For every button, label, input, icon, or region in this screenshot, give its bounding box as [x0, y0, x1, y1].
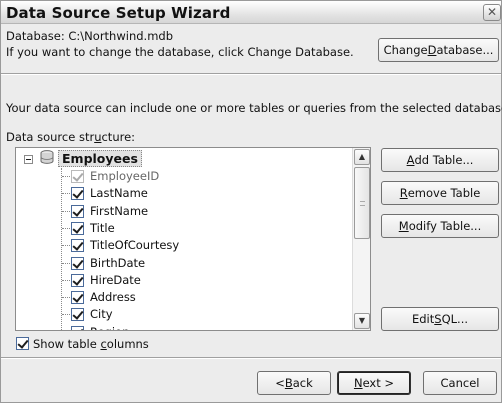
column-checkbox[interactable]	[71, 204, 84, 218]
remove-table-mnemonic: R	[399, 186, 408, 200]
collapse-icon[interactable]	[24, 155, 33, 164]
column-label: Title	[90, 220, 115, 235]
column-label: EmployeeID	[90, 169, 160, 183]
edit-sql-label-post: QL...	[441, 312, 469, 326]
add-table-button[interactable]: Add Table...	[381, 148, 499, 172]
column-checkbox[interactable]	[71, 221, 84, 235]
column-label: BirthDate	[90, 255, 146, 270]
column-checkbox[interactable]	[71, 256, 84, 270]
add-table-mnemonic: A	[406, 153, 415, 167]
next-button[interactable]: Next >	[337, 371, 411, 395]
column-label: Region	[90, 325, 129, 330]
structure-label-post: cture:	[101, 130, 136, 144]
cancel-button[interactable]: Cancel	[423, 371, 497, 395]
column-checkbox[interactable]	[71, 308, 84, 322]
show-columns-label[interactable]: Show table columns	[33, 337, 149, 351]
database-path-label: Database: C:\Northwind.mdb	[6, 29, 173, 43]
column-checkbox	[71, 170, 84, 183]
remove-table-button[interactable]: Remove Table	[381, 181, 499, 205]
tree-connector	[62, 245, 70, 247]
tree-column-row[interactable]: FirstName	[16, 203, 346, 220]
add-table-label: dd Table...	[414, 153, 474, 167]
structure-tree[interactable]: Employees EmployeeID LastName FirstName Tit…	[15, 147, 371, 331]
tree-connector	[62, 210, 70, 212]
column-label: City	[90, 307, 113, 322]
close-button[interactable]: ✕	[483, 4, 501, 21]
tree-column-row[interactable]: City	[16, 306, 346, 323]
column-label: TitleOfCourtesy	[90, 238, 180, 253]
back-mnemonic: B	[284, 376, 293, 390]
footer-divider	[1, 357, 501, 359]
tree-connector	[62, 227, 70, 229]
close-icon: ✕	[486, 5, 498, 19]
info-text: Your data source can include one or more…	[6, 101, 502, 115]
change-database-button[interactable]: Change Database...	[378, 38, 499, 62]
back-label-post: ack	[292, 376, 313, 390]
tree-column-row[interactable]: Address	[16, 289, 346, 306]
modify-table-label: odify Table...	[408, 219, 482, 233]
modify-table-mnemonic: M	[398, 219, 409, 233]
column-label: FirstName	[90, 203, 149, 218]
scroll-thumb[interactable]	[354, 167, 370, 239]
structure-label: Data source structure:	[6, 130, 135, 144]
change-database-label-pre: Change	[383, 43, 428, 57]
show-columns-label-pre: Show table	[33, 337, 101, 351]
next-mnemonic: N	[353, 376, 363, 390]
structure-label-pre: Data source str	[6, 130, 95, 144]
tree-column-row[interactable]: BirthDate	[16, 255, 346, 272]
tree-column-row[interactable]: HireDate	[16, 272, 346, 289]
tree-root-label[interactable]: Employees	[58, 150, 142, 167]
change-database-hint: If you want to change the database, clic…	[6, 45, 354, 59]
show-columns-checkbox[interactable]	[16, 337, 29, 350]
edit-sql-mnemonic: S	[434, 312, 442, 326]
remove-table-label: emove Table	[407, 186, 481, 200]
tree-column-row[interactable]: LastName	[16, 185, 346, 202]
column-checkbox[interactable]	[71, 325, 84, 330]
tree-column-row[interactable]: Title	[16, 220, 346, 237]
tree-column-row[interactable]: TitleOfCourtesy	[16, 237, 346, 254]
tree-connector	[62, 262, 70, 264]
tree-connector	[62, 279, 70, 281]
change-database-label-post: atabase...	[436, 43, 494, 57]
column-label: HireDate	[90, 272, 141, 287]
change-database-mnemonic: D	[427, 43, 437, 57]
show-columns-label-post: olumns	[106, 337, 149, 351]
title-bar: Data Source Setup Wizard ✕	[1, 1, 501, 24]
tree-column-row[interactable]: Region	[16, 324, 346, 330]
tree-connector	[62, 176, 70, 177]
scroll-grip-icon	[360, 201, 365, 206]
column-label: LastName	[90, 186, 148, 201]
scroll-up-button[interactable]: ▲	[354, 149, 370, 165]
modify-table-button[interactable]: Modify Table...	[381, 214, 499, 238]
tree-connector	[62, 314, 70, 316]
column-checkbox[interactable]	[71, 273, 84, 287]
window-title: Data Source Setup Wizard	[6, 4, 231, 22]
tree-root-row[interactable]: Employees	[16, 148, 346, 167]
back-label-pre: <	[275, 376, 285, 390]
scroll-down-button[interactable]: ▼	[354, 313, 370, 329]
back-button[interactable]: < Back	[257, 371, 331, 395]
edit-sql-label-pre: Edit	[411, 312, 435, 326]
tree-connector	[62, 193, 70, 195]
column-checkbox[interactable]	[71, 239, 84, 253]
header-divider	[1, 73, 501, 75]
tree-column-row[interactable]: EmployeeID	[16, 168, 346, 185]
wizard-window: Data Source Setup Wizard ✕ Database: C:\…	[0, 0, 502, 403]
edit-sql-button[interactable]: Edit S QL...	[381, 307, 499, 331]
cancel-label: Cancel	[440, 376, 480, 390]
database-table-icon	[40, 150, 54, 164]
next-label: ext >	[362, 376, 395, 390]
tree-connector	[62, 297, 70, 299]
tree-scrollbar[interactable]: ▲ ▼	[352, 148, 370, 330]
column-checkbox[interactable]	[71, 291, 84, 305]
column-label: Address	[90, 290, 136, 305]
column-checkbox[interactable]	[71, 187, 84, 201]
